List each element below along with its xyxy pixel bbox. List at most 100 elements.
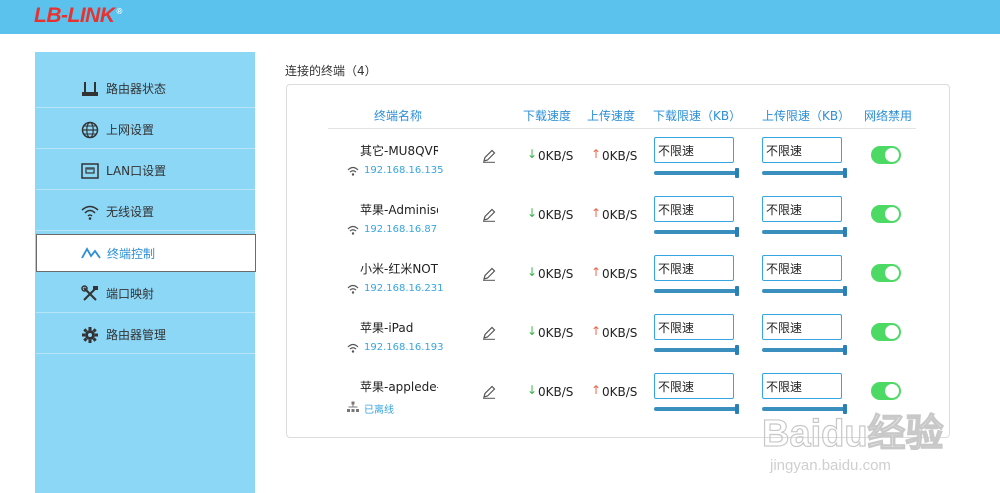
header-upload-limit: 上传限速（KB） — [762, 109, 851, 123]
header-terminal-name: 终端名称 — [374, 109, 423, 123]
slider-handle[interactable] — [735, 286, 739, 296]
download-arrow-icon: ↓ — [527, 265, 538, 279]
download-limit-input[interactable] — [654, 137, 734, 163]
toggle-knob — [885, 266, 899, 280]
device-name: 其它-MU8QVRM — [360, 144, 438, 158]
upload-speed: 0KB/S — [602, 149, 638, 163]
upload-limit-input[interactable] — [762, 196, 842, 222]
device-name: 苹果-Adminisde — [360, 203, 438, 217]
download-speed: 0KB/S — [538, 208, 574, 222]
slider-handle[interactable] — [735, 404, 739, 414]
upload-limit-input[interactable] — [762, 137, 842, 163]
download-arrow-icon: ↓ — [527, 324, 538, 338]
download-limit-input[interactable] — [654, 255, 734, 281]
baidu-watermark: Baidu经验 jingyan.baidu.com — [761, 412, 944, 474]
section-title: 连接的终端（4） — [285, 64, 377, 78]
download-limit-input[interactable] — [654, 373, 734, 399]
download-speed: 0KB/S — [538, 149, 574, 163]
table-row: 小米-红米NOTE 192.168.16.231 ↓ 0KB/S ↑ 0KB/S — [0, 255, 1000, 318]
download-limit-input[interactable] — [654, 196, 734, 222]
wifi-icon — [347, 166, 359, 176]
slider-handle[interactable] — [735, 345, 739, 355]
table-row: 其它-MU8QVRM 192.168.16.135 ↓ 0KB/S ↑ 0KB/… — [0, 137, 1000, 200]
upload-speed: 0KB/S — [602, 326, 638, 340]
edit-icon[interactable] — [482, 267, 496, 281]
header-network-disable: 网络禁用 — [864, 109, 913, 123]
upload-speed: 0KB/S — [602, 208, 638, 222]
edit-icon[interactable] — [482, 385, 496, 399]
sidebar-item-label: 上网设置 — [106, 123, 155, 137]
wifi-icon — [347, 343, 359, 353]
edit-icon[interactable] — [482, 149, 496, 163]
device-ip: 192.168.16.193 — [364, 342, 444, 353]
table-row: 苹果-iPad 192.168.16.193 ↓ 0KB/S ↑ 0KB/S — [0, 314, 1000, 377]
router-status-icon — [80, 79, 100, 99]
globe-icon — [80, 120, 100, 140]
download-arrow-icon: ↓ — [527, 147, 538, 161]
slider-handle[interactable] — [843, 286, 847, 296]
download-limit-slider[interactable] — [654, 345, 739, 355]
upload-speed: 0KB/S — [602, 385, 638, 399]
device-ip: 192.168.16.231 — [364, 283, 444, 294]
upload-limit-slider[interactable] — [762, 227, 847, 237]
top-bar: LB-LINK ® — [0, 0, 1000, 34]
network-toggle[interactable] — [871, 205, 901, 223]
brand-name: LB-LINK — [34, 4, 115, 27]
download-limit-slider[interactable] — [654, 286, 739, 296]
edit-icon[interactable] — [482, 208, 496, 222]
download-speed: 0KB/S — [538, 385, 574, 399]
upload-limit-slider[interactable] — [762, 345, 847, 355]
upload-limit-slider[interactable] — [762, 168, 847, 178]
device-ip: 192.168.16.135 — [364, 165, 444, 176]
slider-handle[interactable] — [735, 227, 739, 237]
toggle-knob — [885, 384, 899, 398]
header-divider — [328, 128, 916, 129]
upload-arrow-icon: ↑ — [591, 324, 602, 338]
upload-arrow-icon: ↑ — [591, 383, 602, 397]
download-arrow-icon: ↓ — [527, 206, 538, 220]
toggle-knob — [885, 207, 899, 221]
toggle-knob — [885, 148, 899, 162]
upload-arrow-icon: ↑ — [591, 147, 602, 161]
upload-limit-input[interactable] — [762, 373, 842, 399]
download-limit-slider[interactable] — [654, 404, 739, 414]
download-limit-input[interactable] — [654, 314, 734, 340]
upload-arrow-icon: ↑ — [591, 265, 602, 279]
download-limit-slider[interactable] — [654, 227, 739, 237]
brand-logo: LB-LINK ® — [34, 4, 122, 28]
slider-handle[interactable] — [843, 168, 847, 178]
sidebar-item-router-status[interactable]: 路由器状态 — [36, 70, 255, 108]
device-status: 已离线 — [364, 405, 394, 416]
device-name: 苹果-iPad — [360, 321, 414, 335]
upload-speed: 0KB/S — [602, 267, 638, 281]
device-name: 苹果-applede-il — [360, 380, 438, 394]
network-toggle[interactable] — [871, 323, 901, 341]
upload-limit-slider[interactable] — [762, 286, 847, 296]
network-toggle[interactable] — [871, 264, 901, 282]
slider-handle[interactable] — [735, 168, 739, 178]
upload-limit-input[interactable] — [762, 314, 842, 340]
registered-mark: ® — [116, 7, 122, 16]
wifi-icon — [347, 225, 359, 235]
upload-limit-input[interactable] — [762, 255, 842, 281]
table-row: 苹果-Adminisde 192.168.16.87 ↓ 0KB/S ↑ 0KB… — [0, 196, 1000, 259]
edit-icon[interactable] — [482, 326, 496, 340]
download-speed: 0KB/S — [538, 326, 574, 340]
header-download-limit: 下载限速（KB） — [653, 109, 742, 123]
slider-handle[interactable] — [843, 345, 847, 355]
slider-handle[interactable] — [843, 227, 847, 237]
device-ip: 192.168.16.87 — [364, 224, 438, 235]
watermark-url: jingyan.baidu.com — [769, 457, 891, 474]
wifi-icon — [347, 284, 359, 294]
download-speed: 0KB/S — [538, 267, 574, 281]
header-upload-speed: 上传速度 — [587, 109, 636, 123]
download-limit-slider[interactable] — [654, 168, 739, 178]
network-toggle[interactable] — [871, 382, 901, 400]
device-name: 小米-红米NOTE — [360, 262, 438, 276]
wired-network-icon — [347, 401, 359, 412]
upload-arrow-icon: ↑ — [591, 206, 602, 220]
network-toggle[interactable] — [871, 146, 901, 164]
header-download-speed: 下载速度 — [523, 109, 572, 123]
toggle-knob — [885, 325, 899, 339]
sidebar-item-label: 路由器状态 — [106, 82, 167, 96]
